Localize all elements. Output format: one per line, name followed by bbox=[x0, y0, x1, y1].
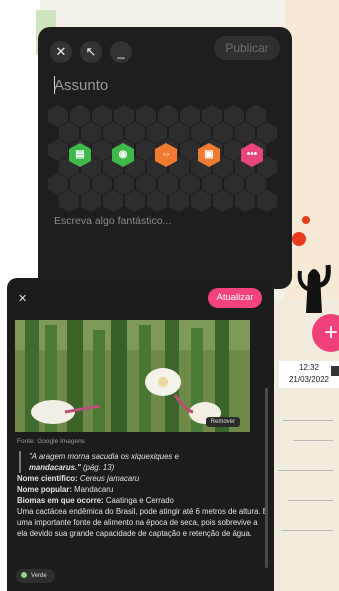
hex-tile bbox=[147, 122, 167, 144]
popular-name-row: Nome popular: Mandacaru bbox=[17, 484, 269, 495]
hex-tile bbox=[48, 105, 68, 127]
hex-tile bbox=[147, 190, 167, 212]
scientific-name-label: Nome científico: bbox=[17, 474, 78, 483]
popular-name-label: Nome popular: bbox=[17, 485, 73, 494]
biome-row: Biomas em que ocorre: Caatinga e Cerrado bbox=[17, 495, 269, 506]
cactus-photo-art bbox=[15, 320, 250, 432]
hex-tile bbox=[59, 190, 79, 212]
hex-tile bbox=[169, 190, 189, 212]
hex-tile bbox=[180, 139, 200, 161]
biome-label: Biomas em que ocorre: bbox=[17, 496, 104, 505]
quote-bold: mandacarus." bbox=[29, 463, 81, 472]
image-description: "A aragem morna sacudia os xiquexiques e… bbox=[17, 451, 269, 539]
modal-scrollbar[interactable] bbox=[265, 388, 268, 568]
hex-tile bbox=[81, 122, 101, 144]
hex-tile bbox=[70, 173, 90, 195]
description-text: Uma cactácea endêmica do Brasil, pode at… bbox=[17, 507, 268, 538]
hex-tile bbox=[191, 190, 211, 212]
hex-tile bbox=[235, 122, 255, 144]
hex-tile bbox=[169, 122, 189, 144]
taskbar-clock[interactable]: 12:32 21/03/2022 bbox=[279, 361, 339, 388]
hex-tile bbox=[158, 173, 178, 195]
scientific-name-value: Cereus jamacaru bbox=[77, 474, 140, 483]
hex-tile bbox=[125, 122, 145, 144]
background-text-line bbox=[283, 420, 333, 421]
image-source: Fonte: Google Imagens bbox=[17, 438, 85, 445]
notification-icon[interactable] bbox=[331, 366, 339, 376]
taskbar-time: 12:32 bbox=[298, 363, 320, 372]
minimize-button[interactable]: _ bbox=[110, 41, 132, 63]
hex-tile bbox=[70, 105, 90, 127]
hex-tile bbox=[257, 190, 277, 212]
expand-button[interactable]: ↖ bbox=[80, 41, 102, 63]
image-details-modal: ✕ Atualizar Remover Fonte: Google Imagen… bbox=[7, 278, 274, 591]
body-input[interactable]: Escreva algo fantástico... bbox=[54, 215, 171, 227]
modal-close-button[interactable]: ✕ bbox=[18, 292, 27, 305]
tag-dot-icon bbox=[21, 572, 27, 579]
flower-decoration-small bbox=[302, 216, 310, 224]
arrow-up-left-icon: ↖ bbox=[85, 44, 97, 59]
hex-tile bbox=[136, 105, 156, 127]
hex-tile bbox=[235, 190, 255, 212]
hex-tile bbox=[103, 190, 123, 212]
hex-tile bbox=[48, 139, 68, 161]
hex-tile bbox=[81, 190, 101, 212]
hex-tile bbox=[114, 173, 134, 195]
hex-tile bbox=[103, 122, 123, 144]
hex-tile bbox=[202, 173, 222, 195]
hex-tile bbox=[125, 190, 145, 212]
hex-tile bbox=[158, 105, 178, 127]
tag-label: Verde bbox=[31, 573, 47, 579]
color-tag[interactable]: Verde bbox=[16, 569, 55, 583]
background-text-line bbox=[281, 530, 333, 531]
hex-tile bbox=[136, 173, 156, 195]
scientific-name-row: Nome científico: Cereus jamacaru bbox=[17, 473, 269, 484]
hex-tile bbox=[48, 173, 68, 195]
hex-tile bbox=[180, 105, 200, 127]
hex-tile bbox=[257, 122, 277, 144]
hex-tile bbox=[180, 173, 200, 195]
flower-decoration bbox=[292, 232, 306, 246]
taskbar-date: 21/03/2022 bbox=[288, 375, 330, 384]
close-button[interactable]: ✕ bbox=[50, 41, 72, 63]
hex-tile bbox=[92, 173, 112, 195]
quote-page: (pág. 13) bbox=[80, 463, 115, 472]
hex-tile bbox=[246, 105, 266, 127]
background-text-line bbox=[293, 440, 333, 441]
hex-tile bbox=[92, 105, 112, 127]
update-button[interactable]: Atualizar bbox=[208, 288, 262, 308]
biome-value: Caatinga e Cerrado bbox=[103, 496, 174, 505]
hex-tile bbox=[114, 105, 134, 127]
hex-tile bbox=[59, 122, 79, 144]
post-composer: ✕ ↖ _ Publicar Assunto ▤ ◉ ⇔ ▣ ••• Escre… bbox=[38, 27, 292, 289]
quote-block: "A aragem morna sacudia os xiquexiques e… bbox=[19, 451, 269, 473]
popular-name-value: Mandacaru bbox=[72, 485, 114, 494]
hex-tile bbox=[213, 190, 233, 212]
hex-tile bbox=[92, 139, 112, 161]
background-text-line bbox=[288, 500, 333, 501]
cactus-photo: Remover bbox=[15, 320, 250, 432]
background-text-line bbox=[278, 470, 333, 471]
quote-text: "A aragem morna sacudia os xiquexiques e bbox=[29, 452, 179, 461]
minimize-icon: _ bbox=[117, 44, 125, 59]
hex-tile bbox=[246, 173, 266, 195]
hex-tile bbox=[213, 122, 233, 144]
hex-tile bbox=[224, 105, 244, 127]
remove-image-button[interactable]: Remover bbox=[205, 417, 240, 427]
subject-input[interactable]: Assunto bbox=[54, 77, 108, 94]
publish-button[interactable]: Publicar bbox=[214, 36, 280, 60]
hex-tile bbox=[202, 105, 222, 127]
hex-tile bbox=[191, 122, 211, 144]
cactus-illustration bbox=[297, 264, 331, 313]
hex-tile bbox=[136, 139, 156, 161]
hex-tile bbox=[224, 173, 244, 195]
